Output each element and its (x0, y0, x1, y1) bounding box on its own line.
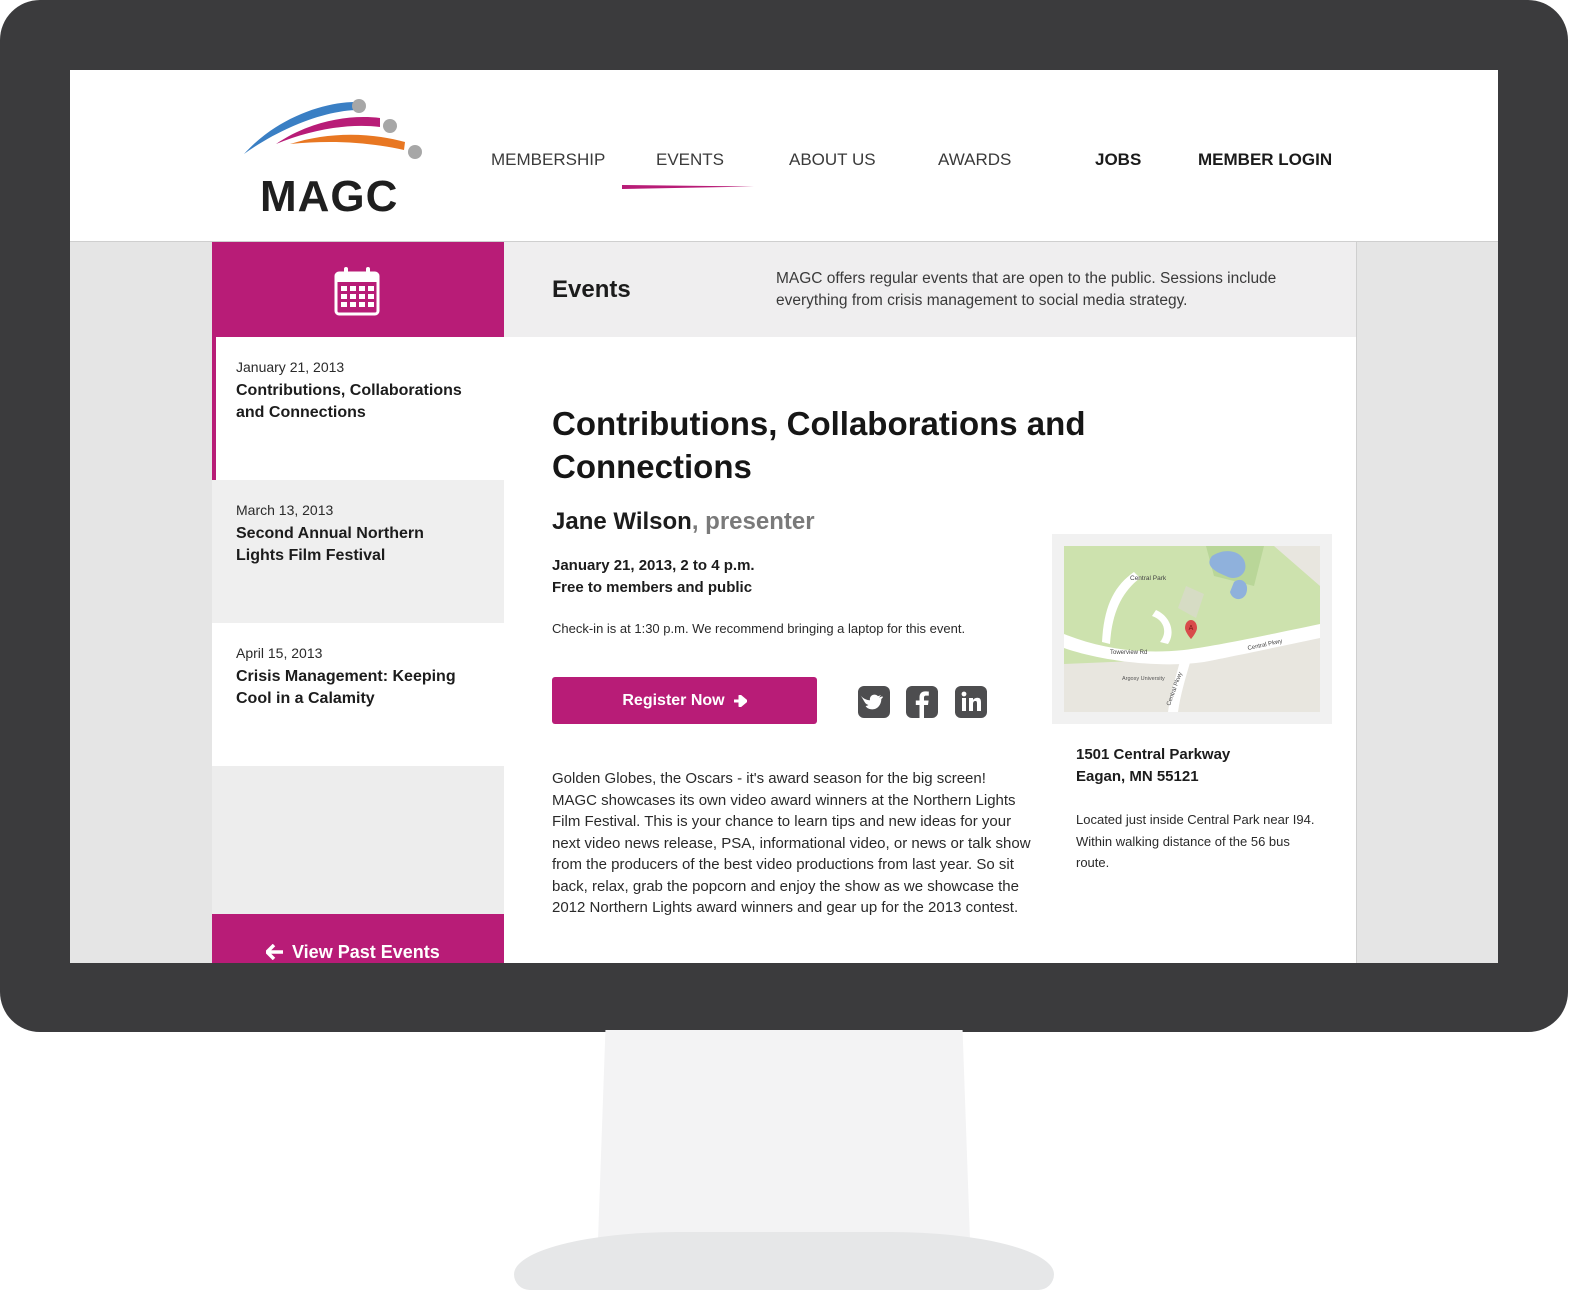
event-title: Second Annual Northern Lights Film Festi… (236, 525, 424, 564)
location-note: Located just inside Central Park near I9… (1076, 812, 1315, 870)
event-date: March 13, 2013 (236, 502, 334, 518)
address-line2: Eagan, MN 55121 (1076, 768, 1199, 785)
event-description: Golden Globes, the Oscars - it's award s… (552, 770, 1031, 916)
event-title: Contributions, Collaborations and Connec… (236, 382, 462, 421)
event-date: April 15, 2013 (236, 645, 323, 661)
address-line1: 1501 Central Parkway (1076, 746, 1231, 763)
sidebar-event-2[interactable]: March 13, 2013 Second Annual Northern Li… (212, 480, 504, 623)
logo-swoosh-icon (244, 99, 422, 159)
calendar-icon (334, 267, 380, 316)
section-description: MAGC offers regular events that are open… (776, 270, 1277, 309)
address: 1501 Central Parkway Eagan, MN 55121 (1076, 744, 1230, 788)
map-image[interactable]: A Central Park Towerview Rd Central Pkwy… (1064, 546, 1320, 712)
monitor-stand (598, 1030, 970, 1240)
presenter: Jane Wilson, presenter (552, 508, 815, 536)
section-title: Events (552, 276, 631, 303)
monitor-base (514, 1232, 1054, 1290)
nav-events[interactable]: EVENTS (656, 150, 724, 170)
nav-member-login[interactable]: MEMBER LOGIN (1198, 150, 1332, 170)
presenter-role: , presenter (691, 508, 815, 535)
checkin-note: Check-in is at 1:30 p.m. We recommend br… (552, 621, 966, 636)
location-map[interactable]: A Central Park Towerview Rd Central Pkwy… (1052, 534, 1332, 724)
event-when: January 21, 2013, 2 to 4 p.m. Free to me… (552, 555, 755, 599)
register-label: Register Now (622, 691, 725, 709)
view-past-events-button[interactable]: View Past Events (212, 914, 504, 963)
event-heading: Contributions, Collaborations and Connec… (552, 405, 1086, 485)
map-marker-label: A (1189, 625, 1194, 632)
map-label-park: Central Park (1130, 575, 1167, 582)
content-header: Events MAGC offers regular events that a… (504, 242, 1356, 337)
arrow-right-icon (733, 694, 747, 707)
event-detail: Events MAGC offers regular events that a… (504, 242, 1357, 963)
event-datetime: January 21, 2013, 2 to 4 p.m. (552, 557, 755, 574)
nav-active-underline (622, 185, 754, 189)
magc-logo[interactable]: MAGC (238, 96, 438, 226)
nav-jobs[interactable]: JOBS (1095, 150, 1141, 170)
map-label-road1: Towerview Rd (1110, 650, 1147, 656)
facebook-icon[interactable] (906, 686, 938, 718)
site-header: MAGC MEMBERSHIP EVENTS ABOUT US AWARDS J… (70, 70, 1498, 242)
linkedin-icon[interactable] (955, 686, 987, 718)
sidebar-event-1[interactable]: January 21, 2013 Contributions, Collabor… (212, 337, 504, 480)
register-now-button[interactable]: Register Now (552, 677, 817, 724)
events-sidebar: January 21, 2013 Contributions, Collabor… (212, 242, 504, 963)
nav-awards[interactable]: AWARDS (938, 150, 1011, 170)
nav-about-us[interactable]: ABOUT US (789, 150, 876, 170)
view-past-events-label: View Past Events (292, 942, 440, 962)
logo-text: MAGC (260, 172, 399, 221)
event-date: January 21, 2013 (236, 359, 345, 375)
view-past-events-label-wrap: View Past Events (265, 942, 440, 963)
arrow-left-icon (265, 943, 283, 961)
sidebar-event-3[interactable]: April 15, 2013 Crisis Management: Keepin… (212, 623, 504, 766)
event-title: Crisis Management: Keeping Cool in a Cal… (236, 668, 456, 707)
nav-membership[interactable]: MEMBERSHIP (491, 150, 605, 170)
website-screen: MAGC MEMBERSHIP EVENTS ABOUT US AWARDS J… (70, 70, 1498, 963)
presenter-name: Jane Wilson (552, 508, 692, 535)
twitter-icon[interactable] (858, 686, 890, 718)
event-price: Free to members and public (552, 579, 753, 596)
sidebar-header (212, 242, 504, 337)
map-label-school: Argosy University (1122, 676, 1165, 682)
